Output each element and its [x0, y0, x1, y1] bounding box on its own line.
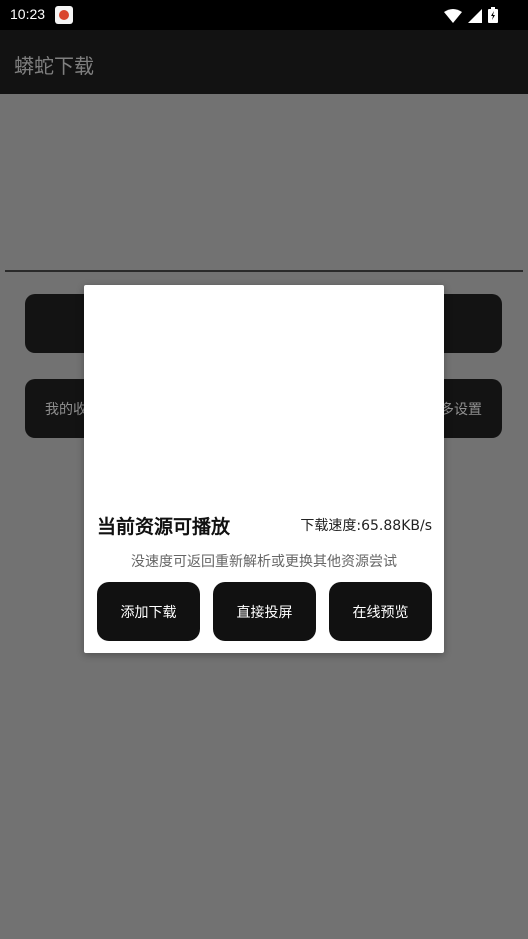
dialog-title: 当前资源可播放: [97, 516, 231, 538]
status-bar: 10:23: [0, 0, 528, 30]
status-time: 10:23: [10, 6, 46, 22]
dialog-tip: 没速度可返回重新解析或更换其他资源尝试: [131, 554, 397, 570]
wifi-icon: [444, 8, 462, 27]
more-settings-label[interactable]: 多设置: [440, 399, 482, 419]
my-favorites-label[interactable]: 我的收: [45, 399, 87, 419]
page-title: 蟒蛇下载: [14, 54, 94, 78]
app-toolbar: 蟒蛇下载: [0, 30, 528, 94]
divider: [5, 270, 523, 272]
signal-icon: [468, 8, 482, 27]
video-preview-area: [84, 285, 444, 500]
playable-resource-dialog: 当前资源可播放 下载速度:65.88KB/s 没速度可返回重新解析或更换其他资源…: [84, 285, 444, 653]
status-icons: [444, 7, 498, 27]
battery-icon: [488, 7, 498, 27]
online-preview-button[interactable]: 在线预览: [329, 582, 432, 641]
add-download-button[interactable]: 添加下载: [97, 582, 200, 641]
cast-button[interactable]: 直接投屏: [213, 582, 316, 641]
app-notification-icon: [55, 6, 73, 24]
download-speed: 下载速度:65.88KB/s: [300, 518, 432, 534]
